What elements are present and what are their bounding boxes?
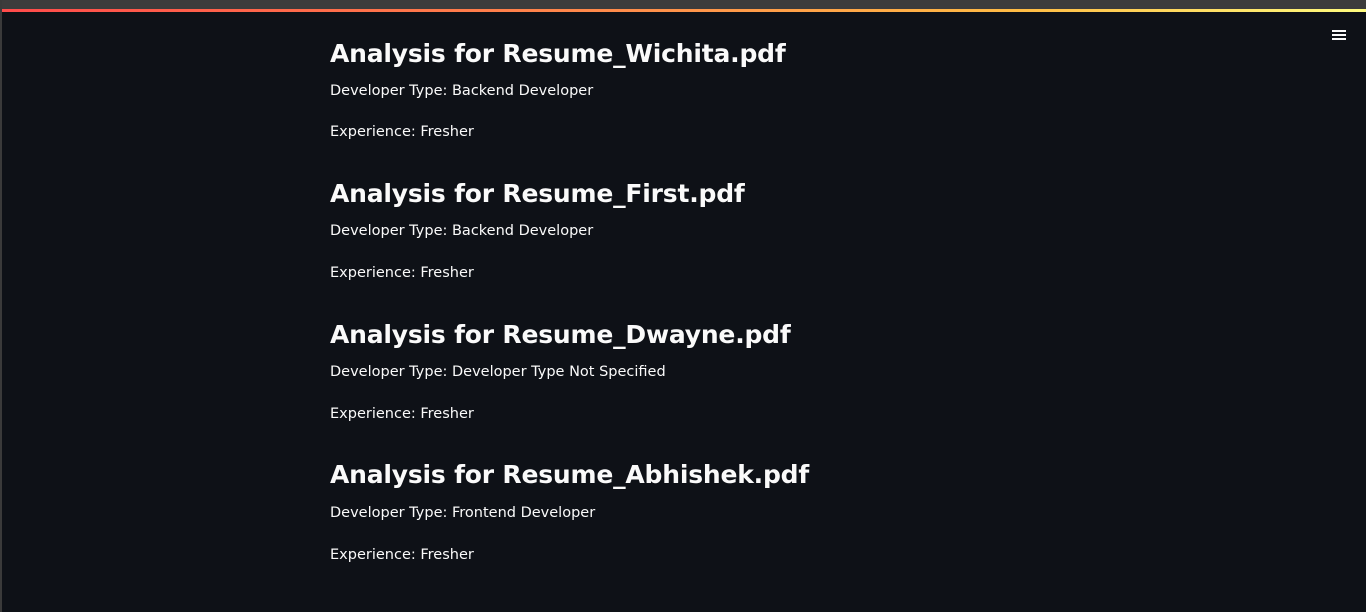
analysis-section: Analysis for Resume_Abhishek.pdf Develop… bbox=[330, 457, 1050, 565]
analysis-title: Analysis for Resume_First.pdf bbox=[330, 179, 745, 208]
analysis-section: Analysis for Resume_Dwayne.pdf Developer… bbox=[330, 317, 1050, 424]
developer-type-text: Developer Type: Frontend Developer bbox=[330, 505, 596, 521]
menu-line bbox=[1332, 34, 1346, 36]
header-accent-line bbox=[2, 9, 1366, 12]
analysis-title: Analysis for Resume_Wichita.pdf bbox=[330, 39, 786, 68]
analysis-section: Analysis for Resume_First.pdf Developer … bbox=[330, 176, 1050, 283]
app-window: Analysis for Resume_Wichita.pdf Develope… bbox=[0, 0, 1366, 612]
analysis-title: Analysis for Resume_Abhishek.pdf bbox=[330, 460, 810, 489]
experience-text: Experience: Fresher bbox=[330, 406, 474, 422]
menu-line bbox=[1332, 30, 1346, 32]
developer-type-text: Developer Type: Backend Developer bbox=[330, 83, 594, 99]
experience-text: Experience: Fresher bbox=[330, 265, 474, 281]
developer-type-text: Developer Type: Developer Type Not Speci… bbox=[330, 364, 666, 380]
experience-text: Experience: Fresher bbox=[330, 124, 474, 140]
analysis-title: Analysis for Resume_Dwayne.pdf bbox=[330, 320, 791, 349]
developer-type-text: Developer Type: Backend Developer bbox=[330, 223, 594, 239]
hamburger-menu-icon[interactable] bbox=[1328, 24, 1350, 46]
analysis-section: Analysis for Resume_Wichita.pdf Develope… bbox=[330, 36, 1050, 142]
experience-text: Experience: Fresher bbox=[330, 547, 474, 563]
menu-line bbox=[1332, 38, 1346, 40]
